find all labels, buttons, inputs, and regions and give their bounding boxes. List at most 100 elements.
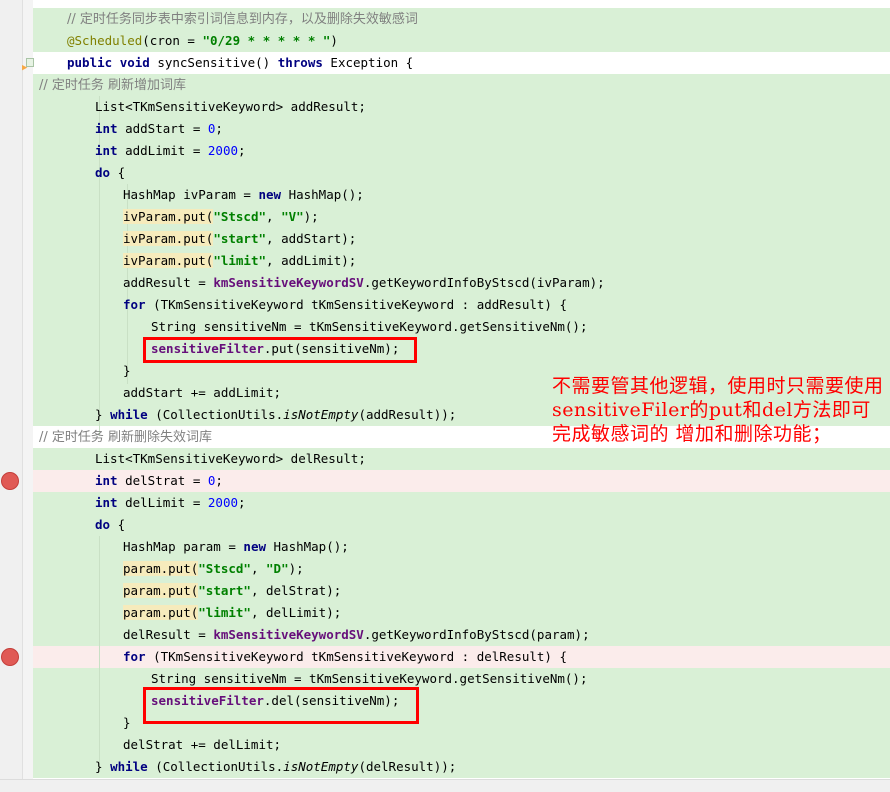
code-line[interactable]: int delLimit = 2000; [95, 492, 890, 514]
highlight-box-put [143, 337, 417, 363]
code-token: param.put [123, 583, 191, 598]
code-token: .getKeywordInfoByStscd(param); [363, 627, 590, 642]
string-token: "start" [198, 583, 251, 598]
code-line[interactable]: do { [95, 162, 890, 184]
code-line-annotation[interactable]: @Scheduled(cron = "0/29 * * * * * ") [67, 30, 890, 52]
code-line[interactable]: ivParam.put("Stscd", "V"); [123, 206, 890, 228]
code-token: { [110, 165, 126, 180]
code-line[interactable]: delResult = kmSensitiveKeywordSV.getKeyw… [123, 624, 890, 646]
keyword-token: int [95, 495, 118, 510]
code-line[interactable]: param.put("Stscd", "D"); [123, 558, 890, 580]
code-token: ; [215, 121, 223, 136]
string-token: "Stscd" [213, 209, 267, 224]
number-token: 2000 [207, 143, 238, 158]
code-token: delStrat = [117, 473, 208, 488]
string-token: "Stscd" [198, 561, 251, 576]
code-line[interactable]: List<TKmSensitiveKeyword> delResult; [95, 448, 890, 470]
breakpoint-icon[interactable] [1, 472, 19, 490]
code-line-comment[interactable]: // 定时任务 刷新增加词库 [39, 74, 890, 96]
code-token: ); [288, 561, 304, 576]
code-token: ; [215, 473, 223, 488]
code-token: param.put [123, 605, 191, 620]
code-token: HashMap ivParam = [123, 187, 259, 202]
code-line[interactable]: int delStrat = 0; [95, 470, 890, 492]
code-token: ivParam.put [123, 231, 206, 246]
code-token: HashMap param = [123, 539, 244, 554]
code-line[interactable]: int addLimit = 2000; [95, 140, 890, 162]
annotation-token: @Scheduled [67, 33, 143, 48]
code-token: HashMap(); [266, 539, 349, 554]
code-token: , [266, 209, 282, 224]
code-token: (TKmSensitiveKeyword tKmSensitiveKeyword… [145, 297, 568, 312]
code-token: (CollectionUtils. [147, 407, 284, 422]
code-token: } [123, 363, 131, 378]
code-token: String sensitiveNm = tKmSensitiveKeyword… [151, 319, 588, 334]
code-line[interactable]: delStrat += delLimit; [123, 734, 890, 756]
code-token: (delResult)); [358, 759, 457, 774]
code-line[interactable]: for (TKmSensitiveKeyword tKmSensitiveKey… [123, 646, 890, 668]
code-line[interactable]: ivParam.put("start", addStart); [123, 228, 890, 250]
code-token: } [123, 715, 131, 730]
code-token: } [95, 407, 111, 422]
string-token: "V" [281, 209, 304, 224]
code-token: HashMap(); [281, 187, 364, 202]
code-token: ; [238, 495, 246, 510]
code-line[interactable]: ivParam.put("limit", addLimit); [123, 250, 890, 272]
code-line-comment[interactable]: // 定时任务同步表中索引词信息到内存，以及删除失效敏感词 [67, 8, 890, 30]
code-line[interactable]: addResult = kmSensitiveKeywordSV.getKeyw… [123, 272, 890, 294]
code-token: delLimit = [117, 495, 208, 510]
annotation-note: 不需要管其他逻辑，使用时只需要使用 sensitiveFiler的put和del… [552, 375, 884, 445]
keyword-token: do [95, 165, 111, 180]
horizontal-scrollbar[interactable] [0, 779, 890, 792]
code-line[interactable]: List<TKmSensitiveKeyword> addResult; [95, 96, 890, 118]
code-token: ) [330, 33, 338, 48]
method-name-token: syncSensitive() [149, 55, 278, 70]
code-line[interactable]: do { [95, 514, 890, 536]
code-line[interactable]: } while (CollectionUtils.isNotEmpty(delR… [95, 756, 890, 778]
keyword-token: public [67, 55, 113, 70]
code-token: ); [303, 209, 319, 224]
code-line[interactable]: for (TKmSensitiveKeyword tKmSensitiveKey… [123, 294, 890, 316]
code-token: Exception { [322, 55, 414, 70]
code-token: (cron = [142, 33, 203, 48]
code-token: , addLimit); [266, 253, 357, 268]
string-token: "0/29 * * * * * " [202, 33, 331, 48]
code-line[interactable]: param.put("start", delStrat); [123, 580, 890, 602]
comment-text: // 定时任务 刷新删除失效词库 [39, 430, 213, 445]
code-token: , addStart); [266, 231, 357, 246]
code-token: ; [238, 143, 246, 158]
code-line[interactable]: String sensitiveNm = tKmSensitiveKeyword… [151, 316, 890, 338]
comment-text: // 定时任务 刷新增加词库 [39, 78, 187, 93]
code-token: delStrat += delLimit; [123, 737, 282, 752]
code-token: , delLimit); [250, 605, 342, 620]
keyword-token: for [123, 649, 146, 664]
code-token: (addResult)); [358, 407, 457, 422]
code-token: { [110, 517, 126, 532]
code-token: List<TKmSensitiveKeyword> delResult; [95, 451, 366, 466]
code-line[interactable]: HashMap param = new HashMap(); [123, 536, 890, 558]
code-line[interactable]: param.put("limit", delLimit); [123, 602, 890, 624]
editor-gutter[interactable] [0, 0, 23, 791]
fold-icon[interactable] [26, 58, 34, 67]
comment-text: // 定时任务同步表中索引词信息到内存，以及删除失效敏感词 [67, 12, 418, 27]
keyword-token: for [123, 297, 146, 312]
keyword-token: new [243, 539, 266, 554]
static-method-token: isNotEmpty [283, 407, 359, 422]
fold-strip[interactable] [23, 0, 33, 791]
code-token: , [250, 561, 267, 576]
string-token: "D" [266, 561, 289, 576]
code-line-method-signature[interactable]: public void syncSensitive() throws Excep… [67, 52, 890, 74]
highlight-box-del [143, 687, 419, 724]
code-token: (CollectionUtils. [147, 759, 284, 774]
code-line[interactable]: HashMap ivParam = new HashMap(); [123, 184, 890, 206]
code-token: delResult = [123, 627, 214, 642]
keyword-token: void [119, 55, 150, 70]
field-token: kmSensitiveKeywordSV [213, 627, 364, 642]
code-line[interactable]: int addStart = 0; [95, 118, 890, 140]
code-token: (TKmSensitiveKeyword tKmSensitiveKeyword… [145, 649, 568, 664]
keyword-token: throws [277, 55, 323, 70]
code-token: List<TKmSensitiveKeyword> addResult; [95, 99, 366, 114]
breakpoint-icon[interactable] [1, 648, 19, 666]
code-token: addLimit = [117, 143, 208, 158]
string-token: "limit" [213, 253, 267, 268]
